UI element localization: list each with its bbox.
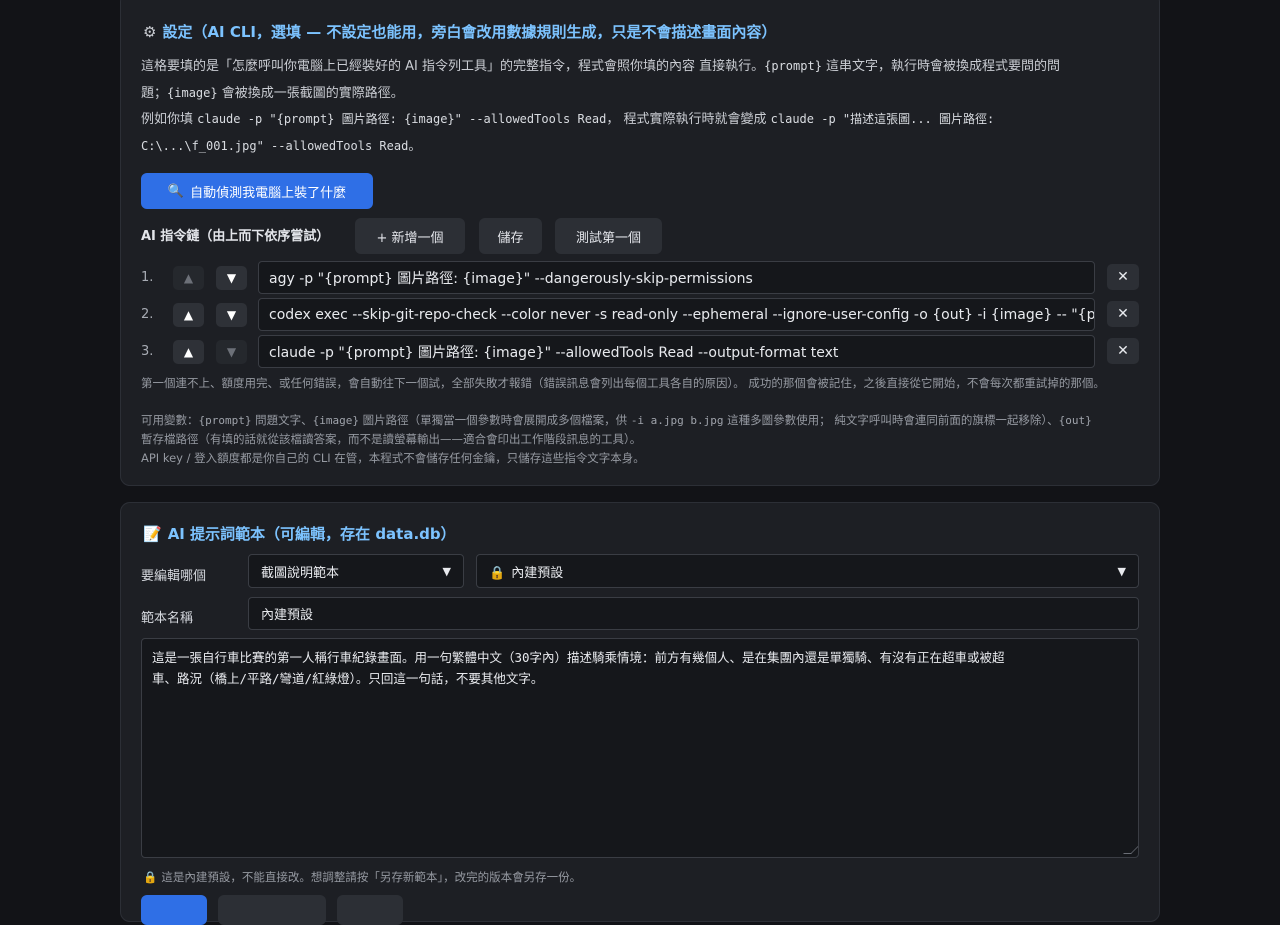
remove-command-button[interactable]: ✕ bbox=[1107, 264, 1139, 290]
prompt-template-title: 📝 AI 提示詞範本（可編輯，存在 data.db） bbox=[143, 523, 456, 544]
desc-var-prompt: {prompt} bbox=[764, 59, 822, 73]
prompt-template-card: 📝 AI 提示詞範本（可編輯，存在 data.db） 要編輯哪個 截圖說明範本 ▼… bbox=[120, 502, 1160, 925]
ai-chain-label: AI 指令鏈（由上而下依序嘗試） bbox=[141, 229, 330, 244]
settings-description: 這格要填的是「怎麼呼叫你電腦上已經裝好的 AI 指令列工具」的完整指令，程式會照… bbox=[141, 53, 1141, 107]
prompt-body-text: 這是一張自行車比賽的第一人稱行車紀錄畫面。用一句繁體中文（30字內）描述騎乘情境… bbox=[152, 650, 1005, 686]
desc-var-image: {image} bbox=[167, 86, 218, 100]
example-result: C:\...\f_001.jpg" --allowedTools Read bbox=[141, 139, 409, 153]
note-var: -i a.jpg b.jpg bbox=[630, 414, 724, 427]
command-number: 1. bbox=[141, 270, 154, 285]
edit-which-label: 要編輯哪個 bbox=[141, 569, 207, 584]
template-select-value: 截圖說明範本 bbox=[261, 565, 340, 581]
lock-note-text: 這是內建預設，不能直接改。想調整請按「另存新範本」，改完的版本會另存一份。 bbox=[161, 870, 582, 884]
remove-command-button[interactable]: ✕ bbox=[1107, 301, 1139, 327]
settings-title: ⚙ 設定（AI CLI，選填 — 不設定也能用，旁白會改用數據規則生成，只是不會描… bbox=[143, 21, 776, 42]
template-select[interactable]: 截圖說明範本 ▼ bbox=[248, 554, 464, 588]
command-input[interactable]: agy -p "{prompt} 圖片路徑: {image}" --danger… bbox=[258, 261, 1095, 294]
move-down-button[interactable]: ▼ bbox=[216, 303, 247, 327]
move-up-button[interactable]: ▲ bbox=[173, 340, 204, 364]
note-text: 這種多圖參數使用； 純文字呼叫時會連同前面的旗標一起移除）、 bbox=[723, 413, 1059, 427]
settings-card: ⚙ 設定（AI CLI，選填 — 不設定也能用，旁白會改用數據規則生成，只是不會描… bbox=[120, 0, 1160, 486]
tempfile-note: 暫存檔路徑（有填的話就從該檔讀答案，而不是讀螢幕輸出——適合會印出工作階段訊息的… bbox=[141, 432, 642, 446]
chevron-down-icon: ▼ bbox=[1117, 564, 1126, 578]
fallback-note: 第一個連不上、額度用完、或任何錯誤，會自動往下一個試，全部失敗才報錯（錯誤訊息會… bbox=[141, 376, 1105, 390]
command-input[interactable]: codex exec --skip-git-repo-check --color… bbox=[258, 298, 1095, 331]
magnifier-icon: 🔍 bbox=[167, 183, 185, 199]
command-input[interactable]: claude -p "{prompt} 圖片路徑: {image}" --all… bbox=[258, 335, 1095, 368]
template-name-input[interactable]: 內建預設 bbox=[248, 597, 1139, 630]
move-down-button[interactable]: ▼ bbox=[216, 340, 247, 364]
move-up-button[interactable]: ▲ bbox=[173, 303, 204, 327]
note-text: 可用變數： bbox=[141, 413, 199, 427]
move-down-button[interactable]: ▼ bbox=[216, 266, 247, 290]
auto-detect-label: 自動偵測我電腦上裝了什麼 bbox=[190, 185, 347, 201]
version-select-value: 內建預設 bbox=[511, 565, 564, 581]
desc-text: 題； bbox=[141, 86, 168, 101]
prompt-template-title-text: AI 提示詞範本（可編輯，存在 data.db） bbox=[167, 525, 456, 543]
builtin-lock-note: 🔒 這是內建預設，不能直接改。想調整請按「另存新範本」，改完的版本會另存一份。 bbox=[143, 869, 581, 885]
prompt-body-textarea[interactable]: 這是一張自行車比賽的第一人稱行車紀錄畫面。用一句繁體中文（30字內）描述騎乘情境… bbox=[141, 638, 1139, 858]
desc-text: 會被換成一張截圖的實際路徑。 bbox=[217, 86, 404, 101]
save-button[interactable]: 儲存 bbox=[479, 218, 542, 254]
note-text: 問題文字、 bbox=[251, 413, 313, 427]
remove-command-button[interactable]: ✕ bbox=[1107, 338, 1139, 364]
example-text: ， 程式實際執行時就會變成 bbox=[606, 112, 771, 127]
note-var: {prompt} bbox=[198, 414, 252, 427]
example-text: 。 bbox=[408, 139, 422, 154]
template-name-label: 範本名稱 bbox=[141, 611, 194, 626]
variables-note: 可用變數：{prompt} 問題文字、{image} 圖片路徑（單獨當一個參數時… bbox=[141, 411, 1141, 431]
example-text: 例如你填 bbox=[141, 112, 198, 127]
lock-icon: 🔒 bbox=[143, 870, 158, 884]
command-number: 2. bbox=[141, 307, 154, 322]
memo-icon: 📝 bbox=[143, 525, 162, 543]
note-text: 圖片路徑（單獨當一個參數時會展開成多個檔案，供 bbox=[359, 413, 631, 427]
command-number: 3. bbox=[141, 344, 154, 359]
resize-handle[interactable] bbox=[1123, 846, 1138, 854]
desc-text: 這格要填的是「怎麼呼叫你電腦上已經裝好的 AI 指令列工具」的完整指令，程式會照… bbox=[141, 59, 765, 74]
test-first-button[interactable]: 測試第一個 bbox=[555, 218, 662, 254]
add-command-button[interactable]: + 新增一個 bbox=[355, 218, 465, 254]
gear-icon: ⚙ bbox=[143, 23, 157, 41]
auto-detect-button[interactable]: 🔍 自動偵測我電腦上裝了什麼 bbox=[141, 173, 373, 209]
desc-text: 這串文字，執行時會被換成程式要問的問 bbox=[821, 59, 1061, 74]
lock-icon: 🔒 bbox=[489, 565, 506, 581]
example-result: claude -p "描述這張圖... 圖片路徑: bbox=[770, 112, 995, 126]
example-command: claude -p "{prompt} 圖片路徑: {image}" --all… bbox=[197, 112, 607, 126]
settings-example: 例如你填 claude -p "{prompt} 圖片路徑: {image}" … bbox=[141, 106, 1141, 160]
note-var: {image} bbox=[312, 414, 359, 427]
move-up-button[interactable]: ▲ bbox=[173, 266, 204, 290]
apikey-note: API key / 登入額度都是你自己的 CLI 在管，本程式不會儲存任何金鑰，… bbox=[141, 451, 645, 465]
note-var: {out} bbox=[1058, 414, 1092, 427]
chevron-down-icon: ▼ bbox=[442, 564, 451, 578]
settings-title-text: 設定（AI CLI，選填 — 不設定也能用，旁白會改用數據規則生成，只是不會描述… bbox=[162, 23, 777, 41]
version-select[interactable]: 🔒 內建預設 ▼ bbox=[476, 554, 1139, 588]
